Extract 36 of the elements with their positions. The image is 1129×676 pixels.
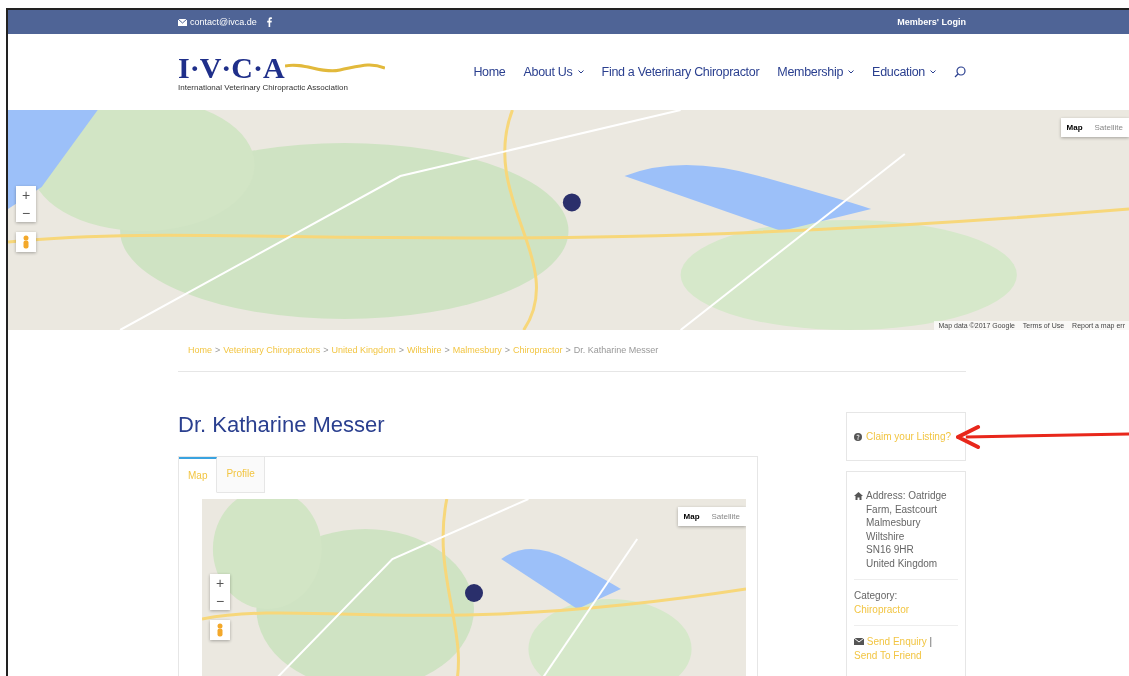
category-label: Category: — [854, 589, 899, 603]
map-type-button[interactable]: Satellite — [1088, 118, 1129, 137]
facebook-icon[interactable] — [266, 17, 272, 27]
nav-item[interactable]: Home — [473, 65, 506, 79]
listing-title: Dr. Katharine Messer — [178, 412, 386, 438]
zoom-in-button[interactable]: + — [210, 574, 230, 592]
breadcrumb-item: Dr. Katharine Messer — [573, 345, 659, 355]
person-icon — [216, 623, 224, 637]
question-icon — [854, 432, 862, 441]
house-icon — [854, 492, 863, 500]
nav-item[interactable]: About Us — [523, 65, 584, 79]
link-separator: | — [929, 636, 933, 647]
envelope-icon — [854, 638, 864, 645]
nav-item[interactable]: Find a Veterinary Chiropractor — [601, 65, 760, 79]
email-link[interactable]: contact@ivca.de — [190, 17, 257, 27]
map-type-button[interactable]: Satellite — [705, 507, 746, 526]
breadcrumb-separator: > — [504, 345, 510, 355]
envelope-icon — [178, 18, 187, 26]
members-login-link[interactable]: Members' Login — [897, 17, 966, 27]
zoom-out-button[interactable]: − — [210, 592, 230, 610]
address-text: Address: Oatridge Farm, Eastcourt Malmesbury Wiltshire SN16 9HR United Kingdom — [866, 489, 948, 570]
zoom-out-button[interactable]: − — [16, 204, 36, 222]
logo-text: I·V·C·A — [178, 52, 285, 83]
breadcrumb-separator: > — [398, 345, 404, 355]
search-icon[interactable] — [954, 66, 966, 78]
breadcrumb-separator: > — [323, 345, 329, 355]
map-type-button[interactable]: Map — [1060, 118, 1089, 137]
breadcrumb-separator: > — [565, 345, 571, 355]
map-type-button[interactable]: Map — [677, 507, 706, 526]
person-icon — [22, 235, 30, 249]
nav-item[interactable]: Membership — [777, 65, 855, 79]
nav-item[interactable]: Education — [872, 65, 936, 79]
zoom-in-button[interactable]: + — [16, 186, 36, 204]
logo-subtitle: International Veterinary Chiropractic Association — [178, 82, 349, 92]
breadcrumb-separator: > — [444, 345, 450, 355]
breadcrumb-separator: > — [215, 345, 221, 355]
